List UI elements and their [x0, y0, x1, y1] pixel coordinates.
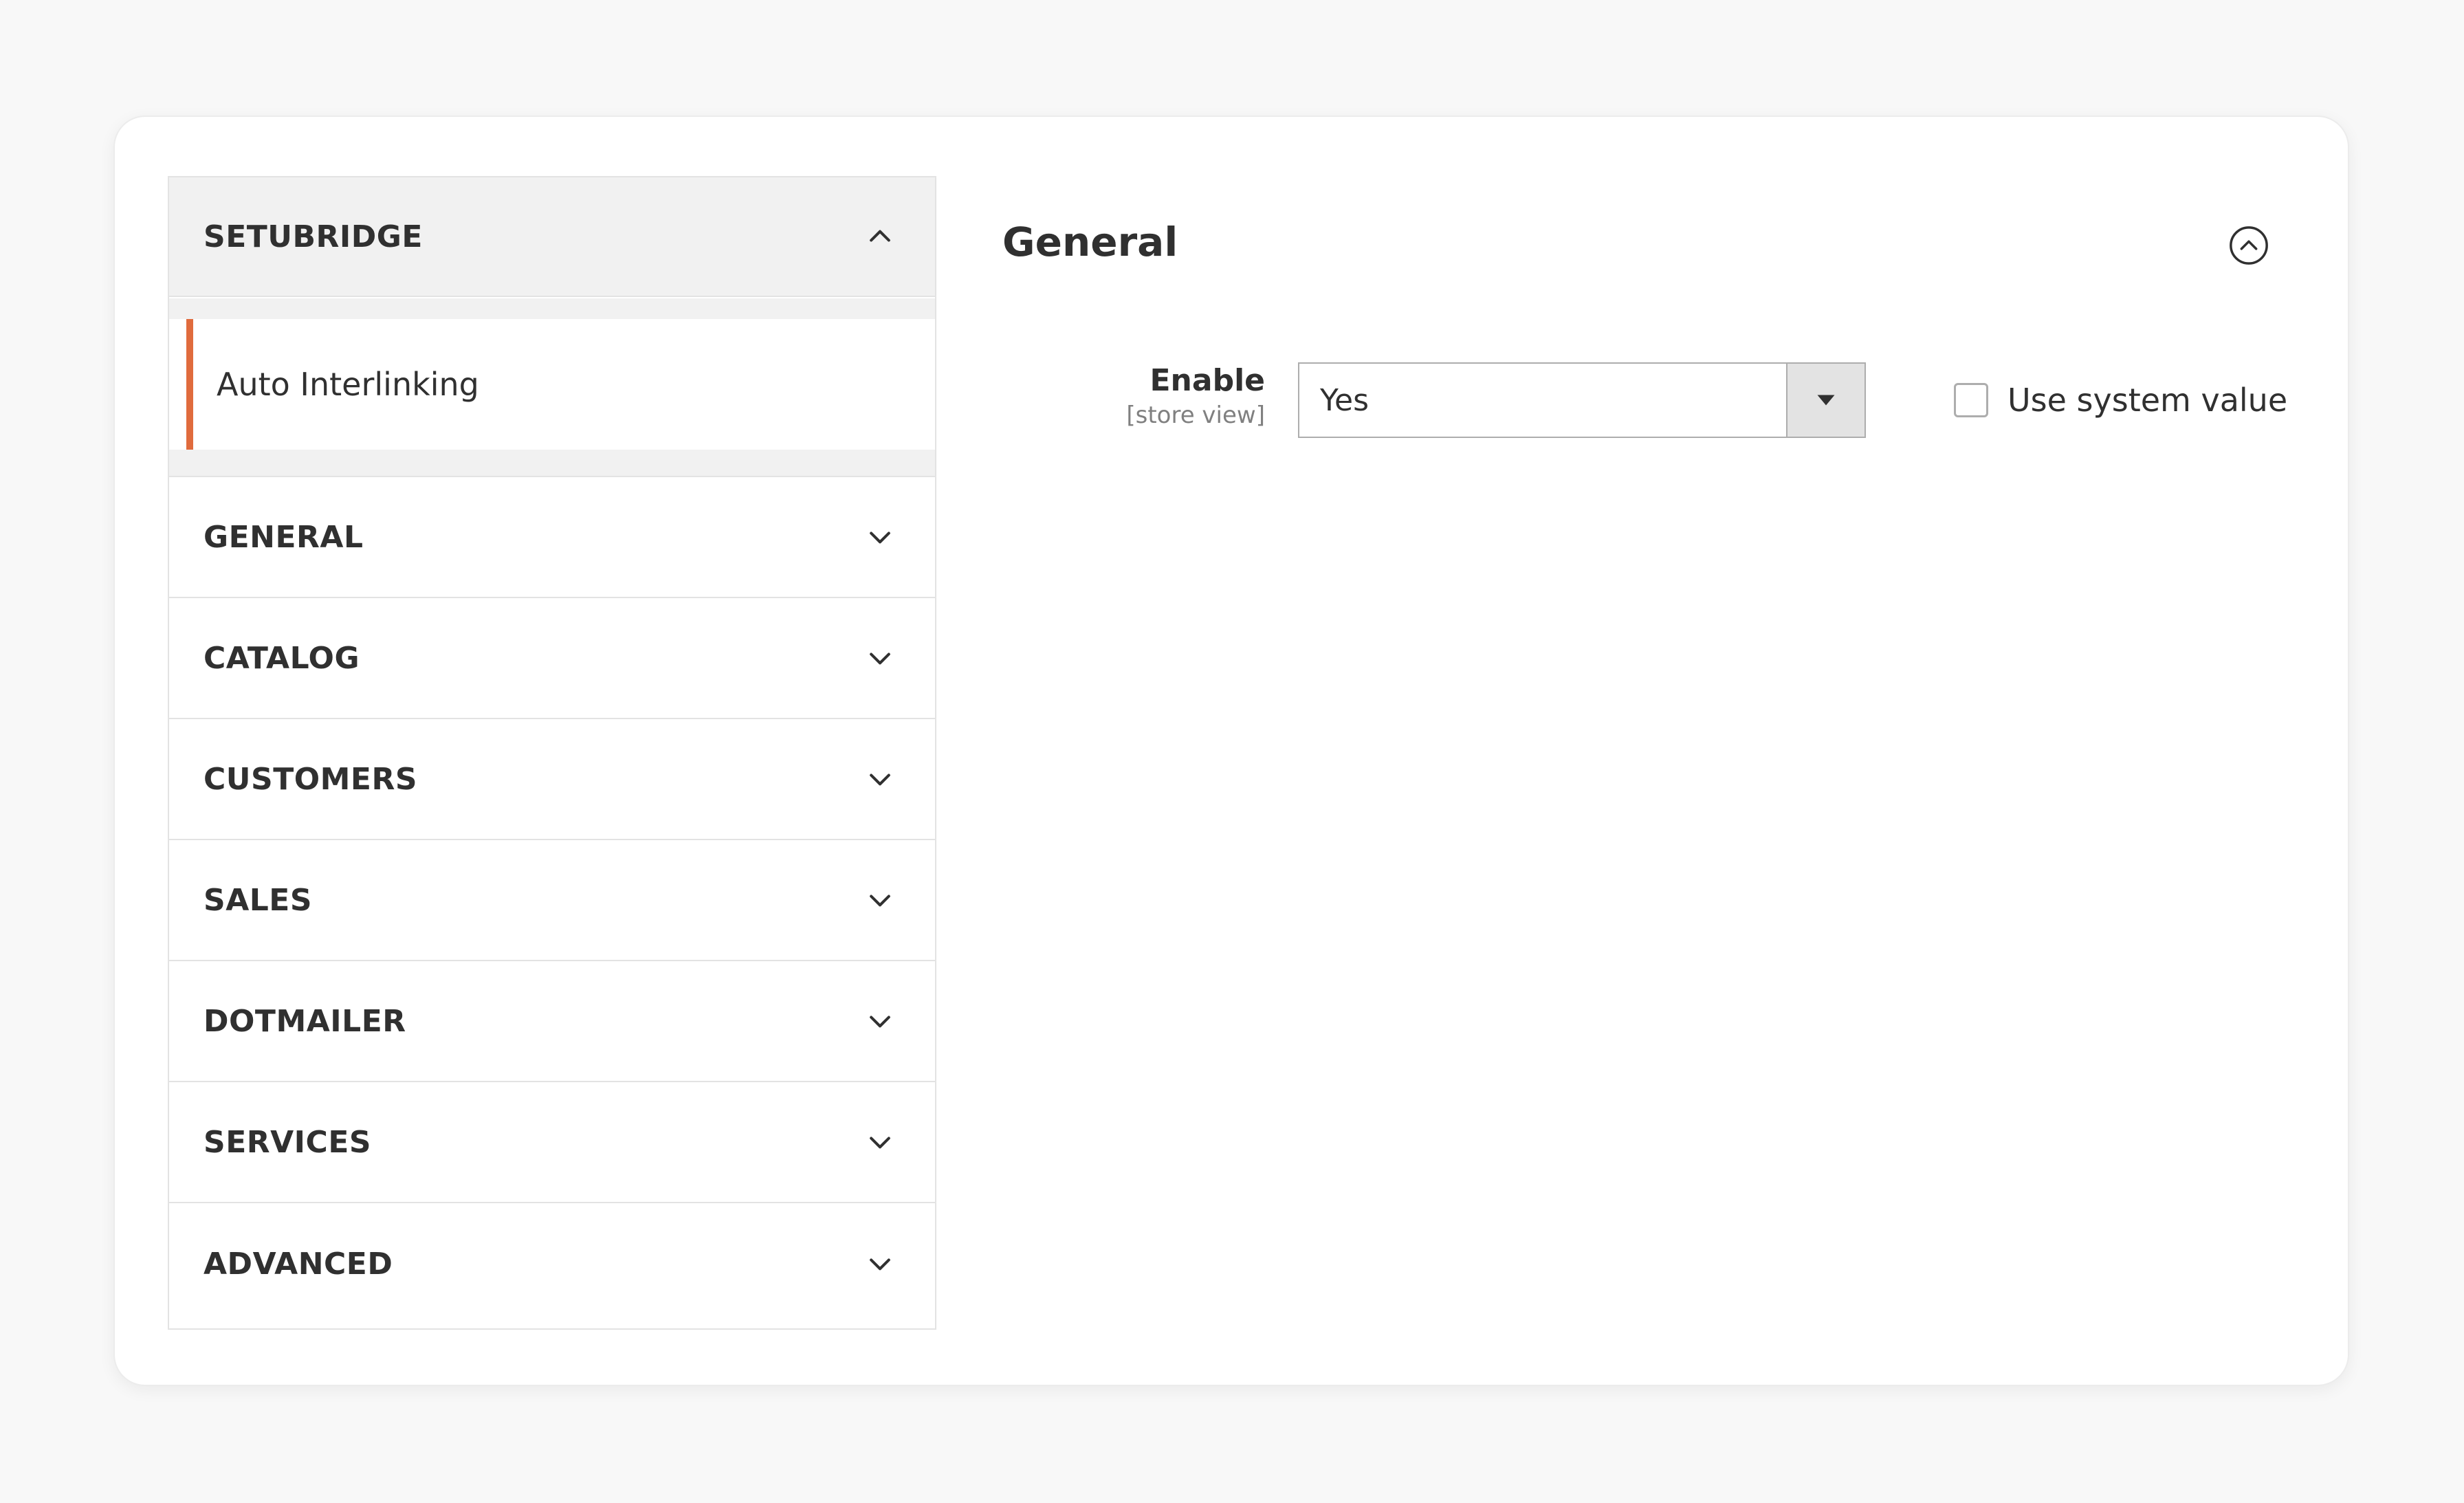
chevron-down-icon — [865, 764, 895, 794]
config-sidebar: SETUBRIDGE Auto Interlinking GENERAL CAT… — [168, 176, 936, 1330]
sidebar-section-label: SALES — [204, 882, 313, 918]
collapse-circle-icon — [2230, 226, 2268, 265]
chevron-down-icon — [865, 1127, 895, 1157]
sidebar-section-label: ADVANCED — [204, 1246, 393, 1282]
sidebar-section-services[interactable]: SERVICES — [169, 1082, 935, 1203]
sidebar-section-label: GENERAL — [204, 519, 364, 555]
select-value: Yes — [1320, 382, 1370, 418]
chevron-down-icon — [865, 643, 895, 673]
sidebar-section-label: SETUBRIDGE — [204, 219, 423, 254]
section-title: General — [1002, 219, 1178, 265]
caret-down-icon — [1817, 395, 1835, 406]
sidebar-section-advanced[interactable]: ADVANCED — [169, 1203, 935, 1324]
enable-field-label: Enable [store view] — [1004, 360, 1265, 429]
chevron-down-icon — [865, 522, 895, 552]
sidebar-section-sales[interactable]: SALES — [169, 840, 935, 961]
field-label: Enable — [1150, 363, 1266, 398]
field-scope: [store view] — [1126, 402, 1265, 429]
sidebar-item-auto-interlinking[interactable]: Auto Interlinking — [186, 319, 935, 450]
select-arrow[interactable] — [1786, 364, 1864, 437]
chevron-down-icon — [865, 885, 895, 915]
chevron-up-icon — [865, 221, 895, 252]
sidebar-section-label: SERVICES — [204, 1124, 372, 1160]
sidebar-section-label: CATALOG — [204, 640, 360, 676]
sidebar-item-label: Auto Interlinking — [217, 366, 479, 403]
sidebar-section-customers[interactable]: CUSTOMERS — [169, 719, 935, 840]
enable-select[interactable]: Yes — [1298, 362, 1866, 438]
submenu-divider — [169, 450, 935, 477]
collapse-section-button[interactable] — [2228, 224, 2270, 267]
use-system-value: Use system value — [1954, 380, 2287, 421]
chevron-down-icon — [865, 1249, 895, 1279]
sidebar-section-dotmailer[interactable]: DOTMAILER — [169, 961, 935, 1082]
submenu-divider — [169, 298, 935, 319]
sidebar-section-setubridge[interactable]: SETUBRIDGE — [169, 177, 935, 297]
sidebar-section-label: CUSTOMERS — [204, 761, 418, 797]
use-system-value-label[interactable]: Use system value — [2008, 382, 2287, 419]
sidebar-section-catalog[interactable]: CATALOG — [169, 598, 935, 719]
sidebar-section-label: DOTMAILER — [204, 1003, 406, 1039]
chevron-down-icon — [865, 1006, 895, 1036]
use-system-value-checkbox[interactable] — [1954, 383, 1988, 417]
sidebar-section-general[interactable]: GENERAL — [169, 477, 935, 598]
